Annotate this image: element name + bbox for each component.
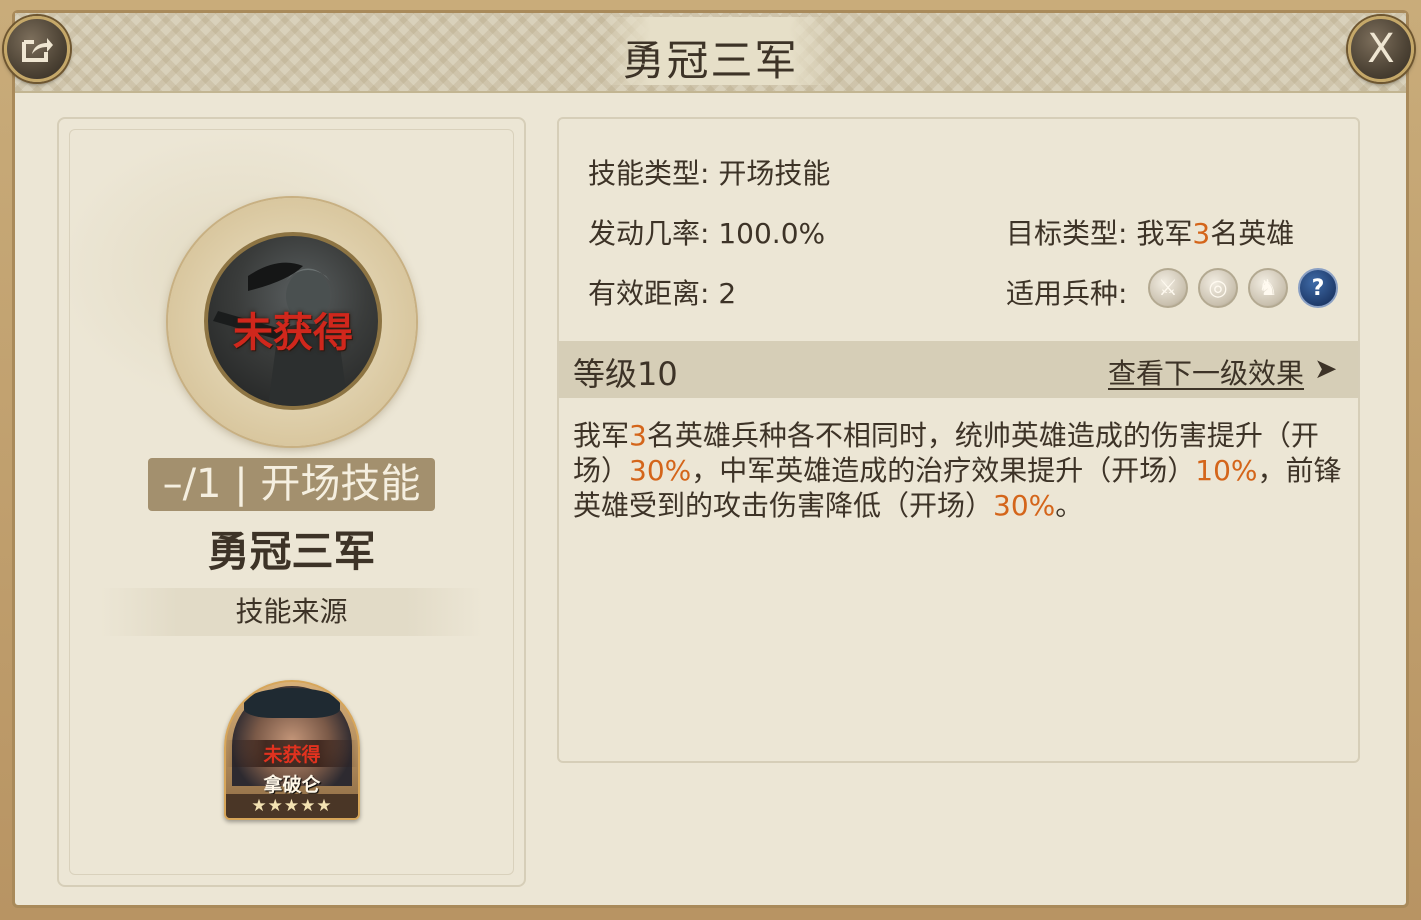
arrow-right-icon[interactable]: ➤: [1314, 352, 1337, 385]
skill-level: 等级10: [573, 355, 678, 393]
skill-tag: –/1 | 开场技能: [148, 458, 435, 511]
range-label: 有效距离:: [588, 277, 710, 310]
skill-description: 我军3名英雄兵种各不相同时，统帅英雄造成的伤害提升（开场）30%，中军英雄造成的…: [573, 419, 1342, 522]
hero-status: 未获得: [226, 740, 358, 767]
page-title: 勇冠三军: [622, 36, 799, 85]
target-type-row: 目标类型: 我军3名英雄: [1006, 212, 1294, 252]
horse-icon[interactable]: ♞: [1248, 268, 1288, 308]
hero-stars: ★★★★★: [226, 794, 358, 818]
skill-name: 勇冠三军: [207, 527, 376, 576]
close-button[interactable]: X: [1348, 16, 1414, 82]
unit-type-label: 适用兵种:: [1006, 277, 1128, 310]
target-icon[interactable]: ◎: [1198, 268, 1238, 308]
unit-icon-list: ⚔ ◎ ♞ ?: [1148, 268, 1338, 308]
share-button[interactable]: [4, 16, 70, 82]
skill-status: 未获得: [233, 310, 353, 356]
skill-source-label: 技能来源: [100, 588, 483, 636]
target-count: 3: [1192, 217, 1211, 250]
title-bar: 勇冠三军: [15, 13, 1406, 93]
target-type-label: 目标类型:: [1006, 217, 1128, 250]
range-row: 有效距离: 2: [588, 272, 736, 312]
hero-card[interactable]: 未获得 拿破仑 ★★★★★: [224, 680, 360, 820]
question-icon[interactable]: ?: [1298, 268, 1338, 308]
hero-name: 拿破仑: [263, 774, 321, 796]
hero-hat-icon: [244, 688, 340, 718]
trigger-rate-label: 发动几率:: [588, 217, 710, 250]
close-icon: X: [1367, 26, 1395, 72]
next-level-link[interactable]: 查看下一级效果: [1108, 352, 1304, 392]
target-type-prefix: 我军: [1136, 217, 1193, 250]
sword-icon[interactable]: ⚔: [1148, 268, 1188, 308]
skill-type-row: 技能类型: 开场技能: [588, 152, 830, 192]
skill-type-label: 技能类型:: [588, 157, 710, 190]
skill-type-value: 开场技能: [718, 157, 831, 190]
range-value: 2: [718, 277, 737, 310]
trigger-rate-value: 100.0%: [718, 217, 826, 250]
trigger-rate-row: 发动几率: 100.0%: [588, 212, 825, 252]
share-icon: [22, 38, 53, 62]
target-type-suffix: 名英雄: [1210, 217, 1295, 250]
